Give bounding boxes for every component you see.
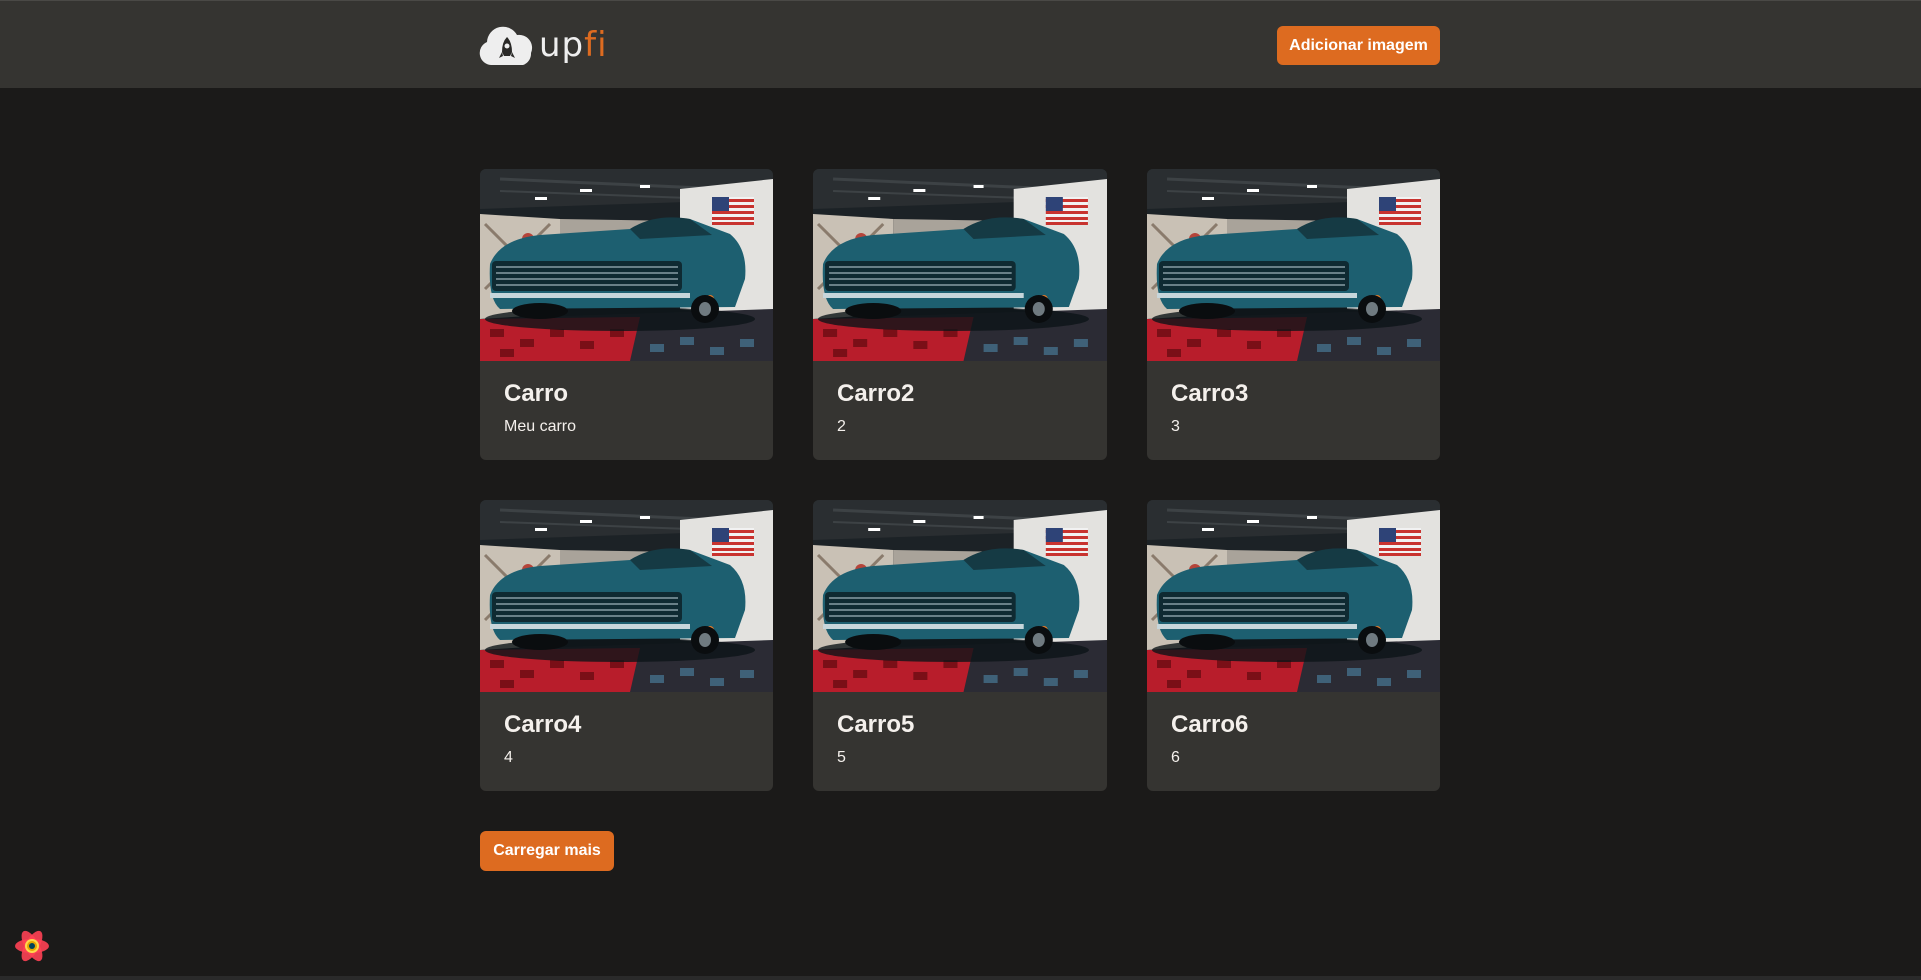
image-card[interactable]: Carro5 5	[813, 500, 1107, 791]
card-description: 5	[837, 749, 846, 766]
card-description: 4	[504, 749, 513, 766]
card-description: 6	[1171, 749, 1180, 766]
logo[interactable]: upfi	[479, 25, 608, 69]
cloud-rocket-icon	[479, 25, 535, 69]
load-more-button[interactable]: Carregar mais	[480, 831, 614, 871]
card-title: Carro5	[837, 711, 915, 738]
logo-text-main: up	[539, 25, 585, 65]
card-body: Carro5 5	[813, 692, 1107, 768]
card-title: Carro2	[837, 380, 915, 407]
card-description: 3	[1171, 418, 1180, 435]
card-title: Carro6	[1171, 711, 1249, 738]
header: upfi Adicionar imagem	[0, 0, 1921, 88]
image-card[interactable]: Carro6 6	[1147, 500, 1440, 791]
image-card[interactable]: Carro3 3	[1147, 169, 1440, 460]
card-body: Carro2 2	[813, 361, 1107, 437]
card-title: Carro3	[1171, 380, 1249, 407]
image-card[interactable]: Carro4 4	[480, 500, 773, 791]
car-image[interactable]	[1147, 169, 1440, 361]
logo-text-accent: fi	[584, 25, 608, 65]
card-body: Carro Meu carro	[480, 361, 773, 437]
car-image[interactable]	[813, 500, 1107, 692]
image-card[interactable]: Carro2 2	[813, 169, 1107, 460]
card-description: 2	[837, 418, 846, 435]
card-title: Carro4	[504, 711, 582, 738]
car-image[interactable]	[1147, 500, 1440, 692]
card-description: Meu carro	[504, 418, 577, 435]
car-image[interactable]	[480, 500, 773, 692]
card-body: Carro3 3	[1147, 361, 1440, 437]
image-grid: Carro Meu carro Carro2 2 Carro3 3 Carro4…	[480, 169, 1440, 791]
card-body: Carro4 4	[480, 692, 773, 768]
card-title: Carro	[504, 380, 569, 407]
add-image-button[interactable]: Adicionar imagem	[1277, 26, 1440, 65]
logo-text: upfi	[539, 28, 608, 62]
bottom-border	[0, 976, 1921, 980]
image-card[interactable]: Carro Meu carro	[480, 169, 773, 460]
car-image[interactable]	[480, 169, 773, 361]
car-image[interactable]	[813, 169, 1107, 361]
react-query-devtools-icon[interactable]	[12, 926, 52, 966]
card-body: Carro6 6	[1147, 692, 1440, 768]
